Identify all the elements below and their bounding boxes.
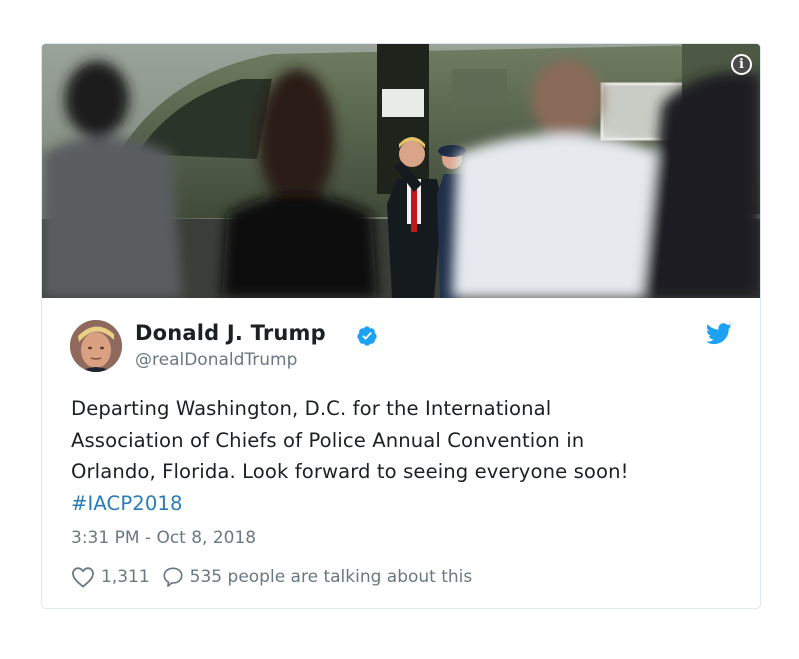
tweet-text-line-1: Departing Washington, D.C. for the Inter… [71, 397, 552, 420]
tweet-text-line-2: Association of Chiefs of Police Annual C… [71, 428, 585, 452]
photo-scene [42, 44, 760, 298]
hashtag-link[interactable]: #IACP2018 [71, 488, 741, 520]
conversation-link[interactable]: 535 people are talking about this [190, 567, 473, 587]
info-icon[interactable]: i [731, 54, 752, 75]
twitter-bird-icon[interactable] [706, 323, 732, 345]
avatar-image [70, 320, 122, 372]
tweet-photo[interactable]: i [42, 44, 760, 298]
like-count[interactable]: 1,311 [101, 567, 150, 587]
tweet-timestamp[interactable]: 3:31 PM - Oct 8, 2018 [71, 528, 256, 548]
tweet-text-line-3: Orlando, Florida. Look forward to seeing… [71, 460, 629, 483]
author-name[interactable]: Donald J. Trump [135, 321, 326, 345]
speech-bubble-icon[interactable] [162, 566, 184, 588]
avatar[interactable] [70, 320, 122, 372]
tweet-text: Departing Washington, D.C. for the Inter… [71, 393, 741, 519]
verified-badge-icon [357, 326, 377, 346]
tweet-actions: 1,311 535 people are talking about this [71, 566, 472, 588]
tweet-card: i Donald J. Trump @realDonaldTrump Depar… [41, 43, 761, 609]
heart-icon[interactable] [71, 566, 95, 588]
author-handle[interactable]: @realDonaldTrump [135, 350, 297, 370]
